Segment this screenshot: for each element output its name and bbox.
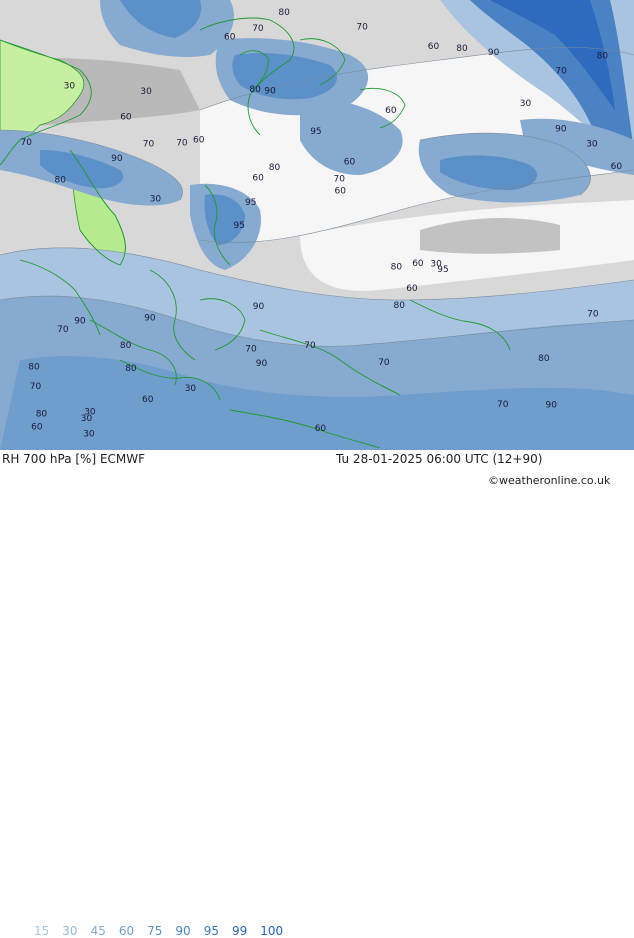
contour-label: 70 <box>245 344 257 354</box>
contour-label: 30 <box>520 99 532 109</box>
contour-label: 60 <box>120 112 132 122</box>
contour-label: 60 <box>315 424 327 434</box>
contour-label: 80 <box>120 341 132 351</box>
contour-label: 60 <box>428 42 440 52</box>
contour-label: 80 <box>55 176 67 186</box>
contour-label: 90 <box>546 401 558 411</box>
contour-label: 60 <box>224 32 236 42</box>
legend-item-95: 95 <box>203 924 219 938</box>
contour-label: 30 <box>83 430 95 440</box>
contour-label: 70 <box>497 400 509 410</box>
contour-label: 80 <box>28 363 40 373</box>
contour-label: 90 <box>264 87 276 97</box>
contour-label: 30 <box>430 260 442 270</box>
contour-label: 70 <box>587 309 599 319</box>
contour-label: 80 <box>125 364 137 374</box>
contour-label: 95 <box>310 127 321 137</box>
contour-label: 90 <box>555 125 567 135</box>
contour-label: 80 <box>394 301 406 311</box>
contour-label: 70 <box>334 174 346 184</box>
rh-map: 9080709560308095906070809060953070608090… <box>0 0 634 450</box>
contour-label: 70 <box>21 138 33 148</box>
contour-label: 70 <box>57 325 69 335</box>
contour-label: 60 <box>406 284 418 294</box>
contour-label: 70 <box>378 358 390 368</box>
legend-item-99: 99 <box>231 924 248 938</box>
contour-label: 95 <box>245 198 256 208</box>
contour-label: 30 <box>185 384 197 394</box>
contour-label: 80 <box>456 44 468 54</box>
legend-item-100: 100 <box>260 924 284 938</box>
contour-label: 60 <box>385 106 397 116</box>
contour-label: 90 <box>256 359 268 369</box>
contour-label: 60 <box>344 158 356 168</box>
contour-label: 30 <box>150 195 162 205</box>
contour-label: 60 <box>252 174 264 184</box>
contour-label: 80 <box>269 163 281 173</box>
contour-label: 70 <box>555 67 567 77</box>
legend-item-60: 60 <box>118 924 135 938</box>
legend-item-30: 30 <box>62 924 78 938</box>
contour-label: 60 <box>611 162 623 172</box>
contour-label: 90 <box>74 316 86 326</box>
footer: RH 700 hPa [%] ECMWF Tu 28-01-2025 06:00… <box>0 450 634 938</box>
contour-label: 30 <box>64 81 76 91</box>
contour-label: 30 <box>586 140 598 150</box>
credit[interactable]: ©weatheronline.co.uk <box>488 474 610 487</box>
contour-label: 90 <box>144 314 156 324</box>
contour-label: 70 <box>252 24 264 34</box>
contour-label: 80 <box>249 85 261 95</box>
contour-label: 70 <box>304 341 316 351</box>
legend-item-90: 90 <box>175 924 191 938</box>
legend-item-45: 45 <box>90 924 106 938</box>
contour-label: 60 <box>142 395 154 405</box>
contour-label: 90 <box>253 302 265 312</box>
contour-label: 70 <box>30 382 42 392</box>
contour-label: 60 <box>31 423 43 433</box>
contour-label: 70 <box>356 23 368 33</box>
contour-label: 70 <box>143 139 155 149</box>
legend-item-15: 15 <box>34 924 50 938</box>
legend: 15 30 45 60 75 90 95 99 100 <box>34 924 296 938</box>
contour-label: 80 <box>36 410 48 420</box>
contour-label: 60 <box>335 186 347 196</box>
valid-datetime: Tu 28-01-2025 06:00 UTC (12+90) <box>336 452 543 466</box>
contour-label: 80 <box>278 8 290 18</box>
contour-label: 60 <box>193 135 205 145</box>
contour-label: 60 <box>412 259 424 269</box>
contour-label: 80 <box>538 354 550 364</box>
contour-label: 80 <box>391 263 403 273</box>
contour-label: 95 <box>234 221 245 231</box>
contour-label: 90 <box>488 48 500 58</box>
chart-title: RH 700 hPa [%] ECMWF <box>2 452 146 466</box>
legend-item-75: 75 <box>147 924 163 938</box>
contour-label: 90 <box>111 154 123 164</box>
contour-label: 30 <box>81 414 93 424</box>
contour-label: 80 <box>597 52 609 62</box>
contour-label: 30 <box>140 87 152 97</box>
contour-label: 70 <box>176 139 188 149</box>
